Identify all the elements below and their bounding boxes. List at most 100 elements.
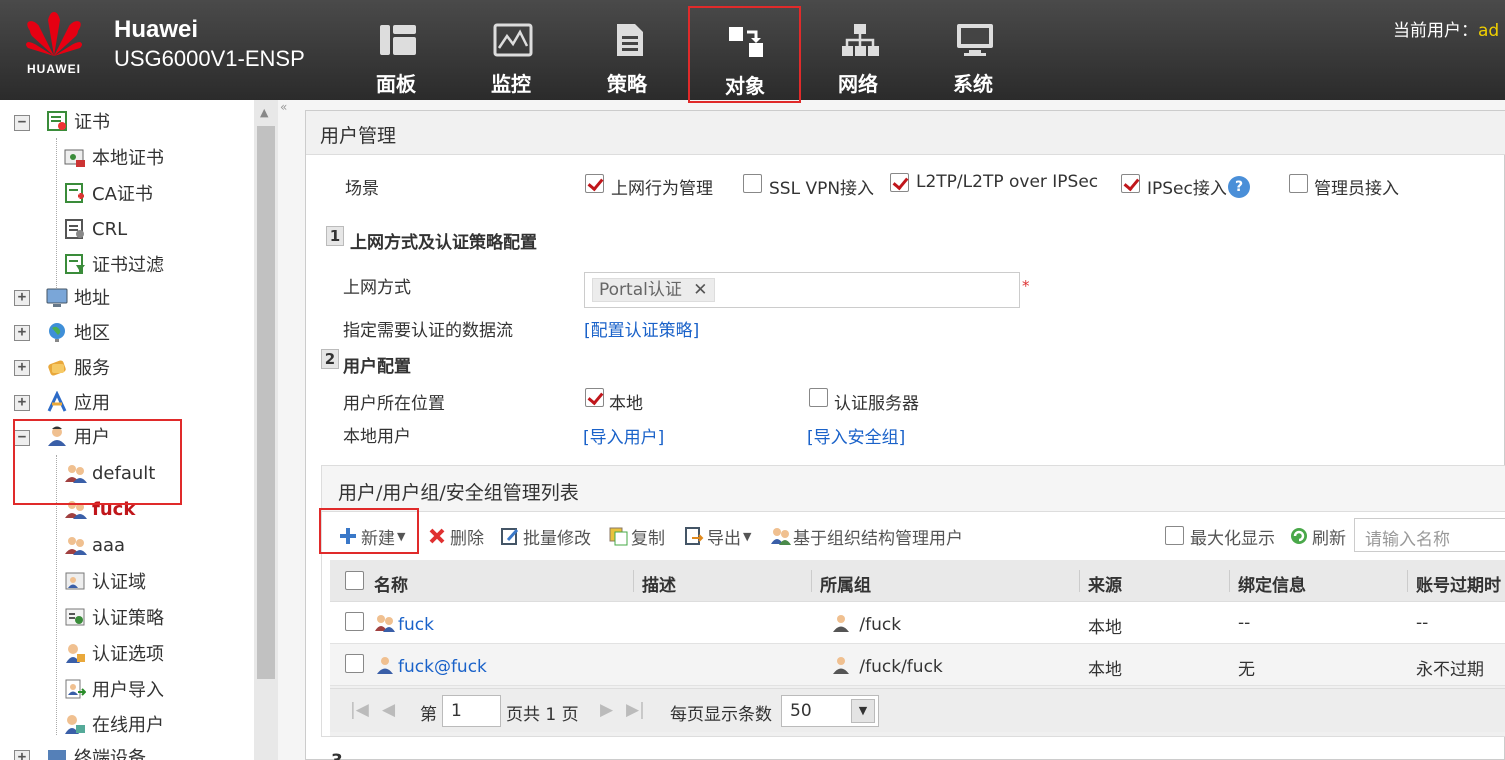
sidebar-item-auth-option[interactable]: 认证选项 [64, 638, 164, 668]
current-user: 当前用户：ad [1393, 16, 1499, 41]
scene-web-behavior-checkbox[interactable] [585, 174, 604, 193]
sidebar-item-ca-certificate[interactable]: CA证书 [64, 178, 153, 208]
chevron-down-icon[interactable]: ▼ [851, 699, 875, 723]
collapse-sidebar-icon[interactable]: « [280, 100, 300, 120]
column-divider[interactable] [1229, 570, 1230, 592]
table-header: 名称 描述 所属组 来源 绑定信息 账号过期时 [330, 560, 1505, 602]
user-icon [374, 655, 396, 675]
next-page-icon[interactable]: ▶ [600, 700, 613, 720]
sidebar-item-auth-domain[interactable]: 认证域 [64, 566, 146, 596]
column-header[interactable]: 描述 [642, 571, 676, 596]
location-local-checkbox[interactable] [585, 388, 604, 407]
scene-ipsec-checkbox[interactable] [1121, 174, 1140, 193]
maximize-checkbox[interactable] [1165, 526, 1184, 545]
import-security-groups-link[interactable]: [导入安全组] [807, 423, 905, 448]
import-users-link[interactable]: [导入用户] [583, 423, 664, 448]
first-page-icon[interactable]: |◀ [350, 700, 369, 720]
crl-icon [64, 218, 86, 240]
user-name-link[interactable]: fuck [374, 613, 434, 635]
batch-edit-label: 批量修改 [523, 528, 591, 549]
sidebar-item-crl[interactable]: CRL [64, 214, 127, 244]
table-row[interactable]: fuck@fuck /fuck/fuck 本地 无 永不过期 [330, 644, 1505, 686]
delete-button[interactable]: 删除 [427, 522, 484, 550]
sidebar-item-certificate-filter[interactable]: 证书过滤 [64, 249, 164, 279]
batch-edit-button[interactable]: 批量修改 [500, 522, 591, 550]
sidebar-scroll-thumb[interactable] [257, 126, 275, 679]
current-user-value[interactable]: ad [1478, 21, 1499, 41]
sidebar-item-group-aaa[interactable]: aaa [64, 530, 125, 560]
sidebar-item-service[interactable]: 服务 [46, 352, 110, 382]
expand-toggle-application[interactable]: + [14, 395, 30, 411]
sidebar-item-user-import[interactable]: 用户导入 [64, 674, 164, 704]
nav-tab-monitor[interactable]: 监控 [456, 8, 566, 102]
select-all-checkbox[interactable] [345, 571, 364, 590]
sidebar-item-application[interactable]: 应用 [46, 387, 110, 417]
sidebar-item-label: 证书 [74, 112, 110, 133]
nav-tab-network[interactable]: 网络 [803, 8, 913, 102]
column-header[interactable]: 账号过期时 [1416, 571, 1501, 596]
expand-toggle-terminal[interactable]: + [14, 750, 30, 760]
access-method-field[interactable]: Portal认证 ✕ [584, 272, 1020, 308]
scene-l2tp-checkbox[interactable] [890, 173, 909, 192]
user-source: 本地 [1088, 660, 1122, 680]
column-header[interactable]: 绑定信息 [1238, 571, 1306, 596]
scene-sslvpn-checkbox[interactable] [743, 174, 762, 193]
column-divider[interactable] [1407, 570, 1408, 592]
column-header[interactable]: 名称 [374, 571, 408, 596]
location-local-label: 本地 [609, 394, 643, 414]
section1-title: 上网方式及认证策略配置 [350, 233, 537, 253]
row-checkbox[interactable] [345, 654, 364, 673]
sidebar-item-auth-policy[interactable]: 认证策略 [64, 602, 164, 632]
column-divider[interactable] [633, 570, 634, 592]
page-number-input[interactable]: 1 [442, 695, 501, 727]
column-header[interactable]: 所属组 [820, 571, 871, 596]
user-name-link[interactable]: fuck@fuck [374, 655, 487, 677]
column-divider[interactable] [811, 570, 812, 592]
sidebar-item-region[interactable]: 地区 [46, 317, 110, 347]
sidebar-item-address[interactable]: 地址 [46, 282, 110, 312]
certificate-icon [46, 110, 68, 132]
scene-admin-checkbox[interactable] [1289, 174, 1308, 193]
configure-auth-policy-link[interactable]: [配置认证策略] [584, 316, 699, 341]
row-checkbox[interactable] [345, 612, 364, 631]
remove-tag-icon[interactable]: ✕ [693, 280, 707, 300]
scroll-up-icon[interactable]: ▲ [260, 106, 268, 119]
help-icon[interactable]: ? [1228, 176, 1250, 198]
column-divider[interactable] [1079, 570, 1080, 592]
column-header[interactable]: 来源 [1088, 571, 1122, 596]
export-button[interactable]: 导出 ▼ [684, 522, 751, 550]
collapse-toggle-certificate[interactable]: − [14, 115, 30, 131]
nav-label: 面板 [376, 72, 416, 96]
product-vendor: Huawei [114, 16, 199, 43]
sidebar-item-terminal[interactable]: 终端设备 [46, 742, 146, 760]
expand-toggle-region[interactable]: + [14, 325, 30, 341]
expand-toggle-address[interactable]: + [14, 290, 30, 306]
sidebar-scrollbar[interactable]: ▲ [254, 100, 278, 760]
sidebar-item-certificate[interactable]: 证书 [46, 106, 110, 136]
copy-button-label: 复制 [631, 528, 665, 549]
table-row[interactable]: fuck /fuck 本地 -- -- [330, 602, 1505, 644]
search-input[interactable]: 请输入名称 [1354, 518, 1505, 552]
nav-label: 监控 [491, 72, 531, 96]
location-auth-server-checkbox[interactable] [809, 388, 828, 407]
nav-tab-policy[interactable]: 策略 [572, 8, 682, 102]
group-path: /fuck [859, 615, 902, 635]
expand-toggle-service[interactable]: + [14, 360, 30, 376]
nav-tab-system[interactable]: 系统 [918, 8, 1028, 102]
nav-tab-object[interactable]: 对象 [688, 6, 801, 103]
maximize-label: 最大化显示 [1190, 528, 1275, 549]
sidebar-item-label: 地区 [74, 323, 110, 344]
user-import-icon [64, 678, 87, 700]
local-users-label: 本地用户 [343, 427, 411, 447]
portal-auth-tag: Portal认证 ✕ [592, 278, 715, 302]
sidebar-item-online-user[interactable]: 在线用户 [64, 709, 164, 739]
prev-page-icon[interactable]: ◀ [382, 700, 395, 720]
refresh-button[interactable]: 刷新 [1289, 522, 1346, 550]
org-structure-button[interactable]: 基于组织结构管理用户 [770, 522, 963, 550]
per-page-select[interactable]: 50 ▼ [781, 695, 879, 727]
copy-button[interactable]: 复制 [608, 522, 665, 550]
nav-label: 策略 [607, 72, 647, 96]
sidebar-item-local-certificate[interactable]: 本地证书 [64, 142, 164, 172]
last-page-icon[interactable]: ▶| [626, 700, 645, 720]
nav-tab-dashboard[interactable]: 面板 [341, 8, 451, 102]
